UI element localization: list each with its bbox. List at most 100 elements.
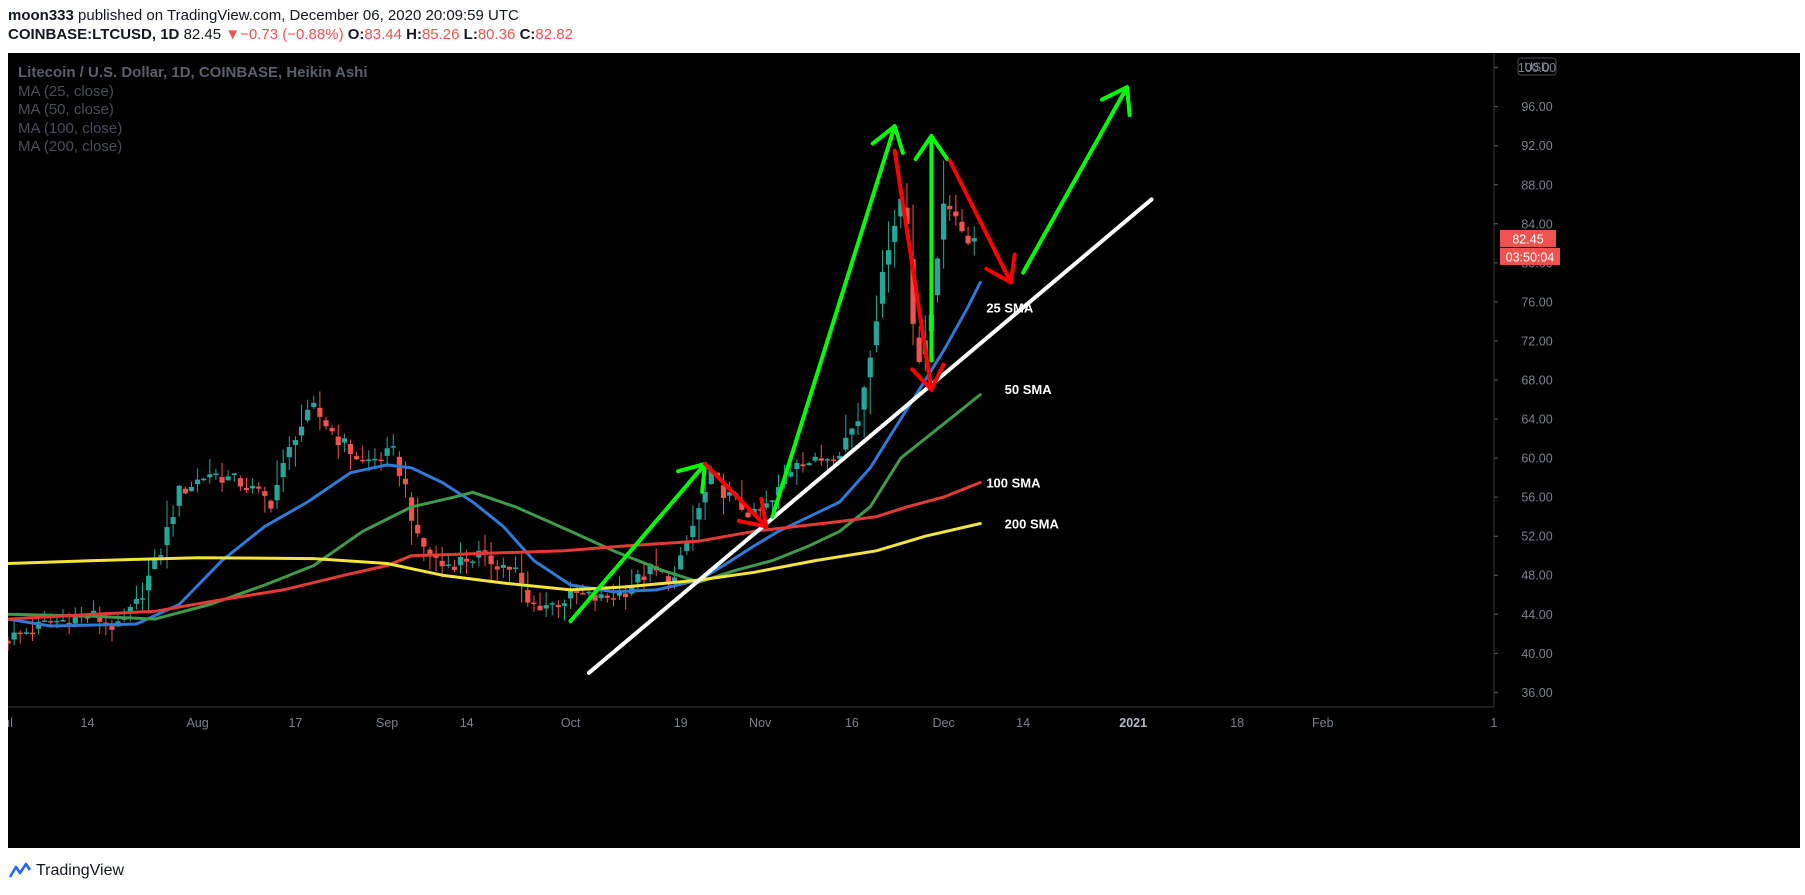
candle-body	[317, 407, 323, 417]
candle-body	[60, 620, 66, 622]
candle-body	[818, 458, 824, 461]
legend-ma25[interactable]: MA (25, close)	[18, 83, 368, 102]
candle-body	[965, 235, 971, 244]
candle-body	[29, 632, 36, 635]
arrow-shaft	[703, 461, 769, 529]
candle-body	[109, 626, 115, 630]
candle-body	[329, 428, 335, 432]
candle-body	[580, 592, 586, 595]
candle-body	[201, 478, 207, 481]
candle-body	[280, 463, 286, 478]
y-tick-label: 60.00	[1521, 452, 1552, 466]
candle-body	[48, 621, 54, 623]
candle-body	[806, 463, 812, 466]
x-tick-label: 17	[288, 716, 302, 730]
candle-body	[158, 555, 164, 557]
candle-body	[311, 402, 317, 408]
candle-body	[421, 538, 427, 547]
candle-body	[934, 258, 941, 296]
candle-body	[690, 525, 696, 538]
y-tick-label: 36.00	[1521, 686, 1552, 700]
symbol-label: COINBASE:LTCUSD, 1D	[8, 26, 180, 43]
publish-line: moon333 published on TradingView.com, De…	[8, 6, 573, 25]
trend-line	[586, 197, 1154, 675]
candle-body	[641, 576, 647, 581]
candle-body	[415, 524, 421, 534]
chart-area[interactable]: 36.00 40.00 44.00 48.00 52.00 56.00 60.00 64.00…	[3, 53, 1800, 848]
candle-body	[861, 387, 867, 410]
candle-body	[892, 225, 898, 242]
candle-body	[800, 464, 806, 467]
low-value: 80.36	[477, 26, 516, 43]
candle-body	[543, 605, 549, 609]
candle-body	[457, 557, 464, 566]
ma-line-50-sma	[6, 393, 982, 621]
x-tick-label: Feb	[1312, 716, 1334, 730]
x-tick-label: 14	[460, 716, 474, 730]
candle-body	[292, 440, 299, 445]
ohlc-line: COINBASE:LTCUSD, 1D 82.45 ▼−0.73 (−0.88%…	[8, 25, 573, 44]
candle-body	[5, 640, 11, 644]
candle-body	[305, 409, 311, 421]
series-label-50-sma: 50 SMA	[1005, 382, 1053, 397]
y-tick-label: 40.00	[1521, 647, 1552, 661]
y-tick-label: 76.00	[1521, 295, 1552, 309]
candle-body	[170, 517, 176, 524]
x-tick-label: 14	[1016, 716, 1030, 730]
chart-legend: Litecoin / U.S. Dollar, 1D, COINBASE, He…	[18, 64, 368, 157]
legend-title: Litecoin / U.S. Dollar, 1D, COINBASE, He…	[18, 64, 368, 81]
candle-body	[531, 602, 537, 605]
candle-body	[390, 446, 396, 448]
candle-body	[23, 632, 29, 634]
footer-brand[interactable]: TradingView	[36, 862, 124, 880]
currency-label: USD	[1524, 60, 1550, 74]
candle-body	[561, 603, 568, 606]
y-tick-label: 56.00	[1521, 491, 1552, 505]
x-tick-label: Sep	[376, 716, 398, 730]
price-chart-svg[interactable]: 36.00 40.00 44.00 48.00 52.00 56.00 60.00 64.00…	[3, 53, 1800, 848]
candle-body	[684, 543, 690, 551]
candle-body	[384, 448, 390, 456]
candle-body	[598, 594, 604, 599]
x-tick-label: ul	[8, 716, 13, 730]
legend-ma50[interactable]: MA (50, close)	[18, 101, 368, 120]
author-name[interactable]: moon333	[8, 7, 74, 24]
candle-body	[971, 238, 977, 242]
candle-body	[188, 486, 195, 492]
candle-body	[182, 488, 188, 494]
legend-ma200[interactable]: MA (200, close)	[18, 138, 368, 157]
candle-body	[243, 487, 250, 491]
candle-body	[451, 566, 458, 570]
candle-body	[353, 455, 360, 460]
candle-body	[225, 476, 231, 481]
candle-body	[812, 456, 818, 461]
x-tick-label: Nov	[749, 716, 772, 730]
legend-ma100[interactable]: MA (100, close)	[18, 120, 368, 139]
low-label: L:	[463, 26, 478, 43]
candle-body	[512, 567, 519, 569]
candle-body	[286, 447, 292, 458]
candle-body	[274, 484, 280, 501]
candle-body	[574, 591, 580, 593]
y-tick-label: 44.00	[1521, 608, 1552, 622]
candle-body	[323, 420, 329, 427]
x-tick-label: 14	[81, 716, 95, 730]
candle-body	[769, 500, 776, 503]
candle-body	[568, 590, 574, 599]
tradingview-logo-icon[interactable]	[8, 861, 32, 881]
y-tick-label: 96.00	[1521, 100, 1552, 114]
footer: TradingView	[8, 860, 124, 882]
candle-body	[54, 620, 60, 623]
candle-body	[623, 593, 629, 598]
candle-body	[482, 550, 488, 552]
candle-body	[885, 250, 892, 265]
candle-body	[335, 436, 341, 446]
candle-body	[341, 438, 347, 443]
candle-body	[586, 591, 592, 594]
x-tick-label: 19	[674, 716, 688, 730]
candle-body	[788, 472, 794, 477]
candle-body	[696, 508, 702, 520]
candle-body	[298, 426, 305, 436]
candle-body	[794, 462, 800, 470]
candle-body	[139, 598, 146, 600]
